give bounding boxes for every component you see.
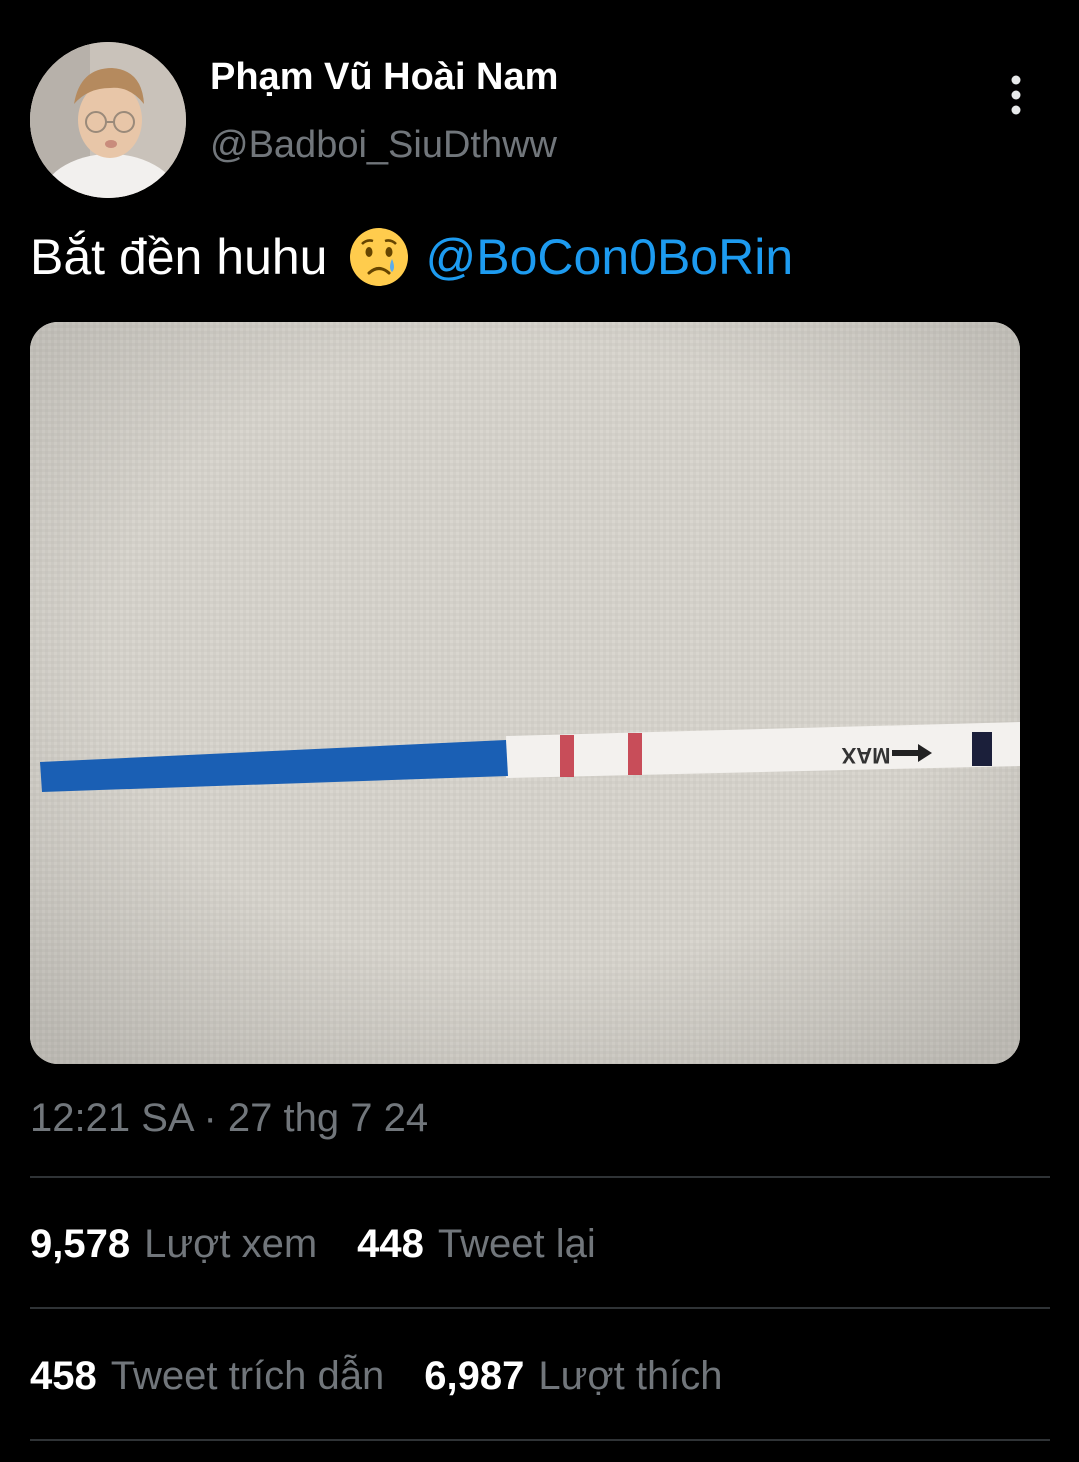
divider <box>30 1439 1050 1441</box>
retweets-stat[interactable]: 448 Tweet lại <box>357 1222 596 1267</box>
retweets-count: 448 <box>357 1222 424 1266</box>
avatar[interactable] <box>30 42 186 198</box>
user-handle[interactable]: @Badboi_SiuDthww <box>210 124 557 167</box>
views-label: Lượt xem <box>144 1222 318 1266</box>
likes-count: 6,987 <box>424 1354 525 1398</box>
likes-stat[interactable]: 6,987 Lượt thích <box>424 1354 722 1399</box>
avatar-photo <box>30 42 186 198</box>
views-count: 9,578 <box>30 1222 131 1266</box>
divider <box>30 1176 1050 1178</box>
quotes-stat[interactable]: 458 Tweet trích dẫn <box>30 1354 384 1399</box>
tweet-media-image[interactable]: MAX <box>30 322 1020 1064</box>
divider <box>30 1307 1050 1309</box>
strip-max-label: MAX <box>841 743 890 768</box>
mention-link[interactable]: @BoCon0BoRin <box>426 228 794 286</box>
more-vertical-icon <box>1011 75 1021 115</box>
retweets-label: Tweet lại <box>437 1222 596 1266</box>
stats-row-quotes-likes: 458 Tweet trích dẫn 6,987 Lượt thích <box>30 1354 763 1399</box>
tweet-body: Bắt đền huhu <box>30 229 328 285</box>
more-options-button[interactable] <box>996 70 1036 120</box>
quotes-count: 458 <box>30 1354 97 1398</box>
tweet-text: Bắt đền huhu @BoCon0BoRin <box>30 226 793 288</box>
crying-face-icon <box>348 226 410 288</box>
stats-row-views-retweets: 9,578 Lượt xem 448 Tweet lại <box>30 1222 636 1267</box>
test-strip-photo: MAX <box>30 322 1020 1064</box>
tweet-timestamp[interactable]: 12:21 SA · 27 thg 7 24 <box>30 1096 428 1141</box>
display-name[interactable]: Phạm Vũ Hoài Nam <box>210 56 558 99</box>
likes-label: Lượt thích <box>538 1354 723 1398</box>
views-stat[interactable]: 9,578 Lượt xem <box>30 1222 317 1267</box>
quotes-label: Tweet trích dẫn <box>110 1354 385 1398</box>
